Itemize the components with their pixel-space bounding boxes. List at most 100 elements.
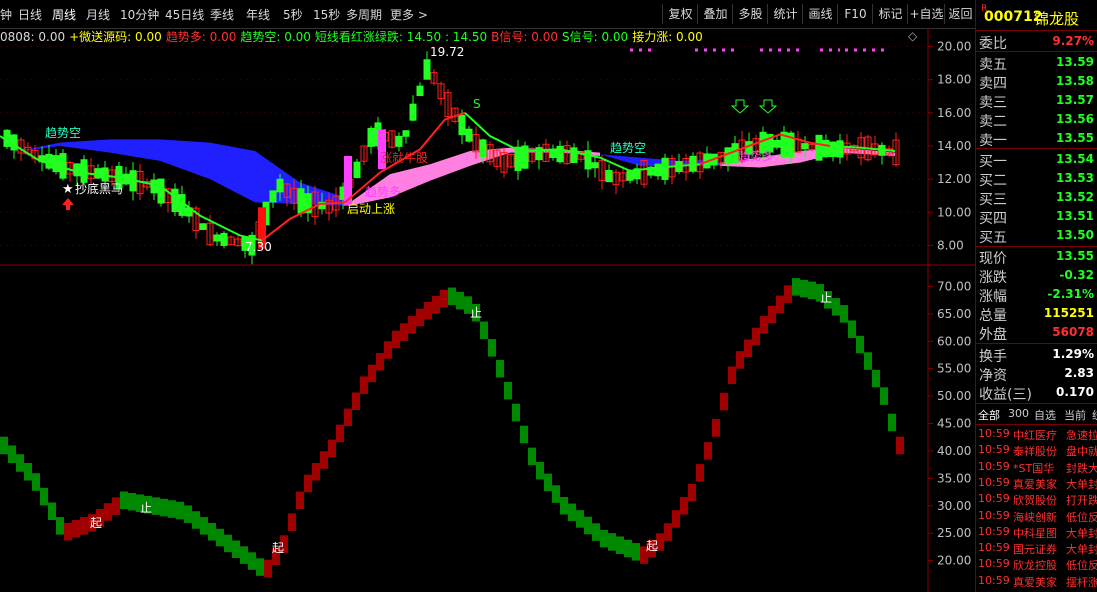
- period-tab-11[interactable]: 更多 >: [390, 6, 428, 23]
- period-tab-7[interactable]: 年线: [246, 6, 270, 23]
- osc-block: [752, 327, 760, 346]
- bid-label: 买二: [979, 173, 1007, 189]
- chart-annotation: 19.72: [430, 45, 464, 59]
- tool-button-5[interactable]: F10: [837, 4, 873, 24]
- ask-label: 卖五: [979, 57, 1007, 73]
- ticker-item[interactable]: 10:59 *ST国华 封跌大: [976, 460, 1097, 477]
- candle-body: [724, 147, 732, 165]
- candle-body: [80, 159, 88, 183]
- candle-body: [570, 147, 578, 164]
- candle-body: [171, 188, 179, 213]
- period-tab-0[interactable]: 钟: [0, 6, 12, 23]
- bid-row: 买二 13.53: [976, 169, 1097, 189]
- osc-block: [288, 513, 296, 531]
- bid-label: 买一: [979, 154, 1007, 170]
- ticker-time: 10:59: [978, 492, 1010, 506]
- period-tab-1[interactable]: 日线: [18, 6, 42, 23]
- osc-tick-label: 40.00: [937, 444, 971, 458]
- osc-block: [888, 413, 896, 432]
- osc-marker: 止: [140, 501, 152, 515]
- osc-block: [352, 392, 360, 410]
- ticker-item[interactable]: 10:59 国元证券 大单封: [976, 541, 1097, 558]
- period-tab-6[interactable]: 季线: [210, 6, 234, 23]
- osc-block: [688, 483, 696, 502]
- quote-panel: R 000712 锦龙股 委比 9.27% 卖五 13.59 卖四 13.58 卖三 13…: [975, 0, 1097, 592]
- osc-block: [112, 497, 120, 515]
- tool-button-2[interactable]: 多股: [732, 4, 768, 24]
- ticker-tab-4[interactable]: 统: [1092, 407, 1097, 423]
- ticker-event: 封跌大: [1066, 461, 1097, 475]
- tool-button-6[interactable]: 标记: [872, 4, 908, 24]
- period-tab-8[interactable]: 5秒: [283, 6, 303, 23]
- period-tab-3[interactable]: 月线: [86, 6, 110, 23]
- osc-block: [664, 523, 672, 541]
- stat-row: 收益(三) 0.170: [976, 383, 1097, 403]
- osc-block: [448, 287, 456, 306]
- ticker-item[interactable]: 10:59 中科星图 大单封: [976, 525, 1097, 542]
- sell-arrow-icon: [758, 99, 778, 114]
- ticker-tab-3[interactable]: 当前: [1064, 407, 1086, 423]
- price-tick-label: 18.00: [937, 73, 971, 87]
- osc-block: [872, 369, 880, 388]
- bid-row: 买四 13.51: [976, 207, 1097, 227]
- candle-body: [829, 141, 837, 158]
- bid-value: 13.52: [1056, 190, 1094, 204]
- ticker-item[interactable]: 10:59 欣龙控股 低位反: [976, 557, 1097, 574]
- osc-block: [192, 511, 200, 529]
- candle-body: [661, 157, 669, 180]
- osc-block: [312, 462, 320, 481]
- ask-value: 13.59: [1056, 55, 1094, 69]
- osc-block: [424, 302, 432, 320]
- chart-annotation: 趋势空: [610, 141, 646, 155]
- bid-row: 买三 13.52: [976, 188, 1097, 208]
- ticker-item[interactable]: 10:59 泰祥股份 盘中就: [976, 443, 1097, 460]
- period-tab-4[interactable]: 10分钟: [120, 6, 159, 23]
- tool-button-0[interactable]: 复权: [662, 4, 698, 24]
- chart-area[interactable]: 20.00 18.00 16.00 14.00 12.00 10.00 8.00 70.00 6…: [0, 28, 975, 592]
- osc-block: [0, 436, 8, 455]
- candle-body: [591, 162, 599, 169]
- tool-button-4[interactable]: 画线: [802, 4, 838, 24]
- osc-block: [848, 320, 856, 338]
- chart-annotation: 趋势空: [45, 126, 81, 140]
- period-tab-5[interactable]: 45日线: [165, 6, 204, 23]
- candle-body: [220, 232, 228, 246]
- tool-button-7[interactable]: +自选: [907, 4, 945, 24]
- osc-block: [40, 487, 48, 506]
- osc-block: [72, 520, 80, 538]
- candle-body: [815, 134, 823, 161]
- tool-button-3[interactable]: 统计: [767, 4, 803, 24]
- price-tick-label: 14.00: [937, 139, 971, 153]
- ticker-tab-1[interactable]: 300: [1008, 407, 1029, 420]
- period-tab-10[interactable]: 多周期: [346, 6, 382, 23]
- osc-block: [832, 298, 840, 316]
- stat-value: 1.29%: [1052, 347, 1094, 361]
- ticker-item[interactable]: 10:59 中红医疗 急速拉: [976, 427, 1097, 444]
- ticker-item[interactable]: 10:59 真爱美家 大单封: [976, 476, 1097, 493]
- osc-block: [128, 492, 136, 511]
- osc-block: [600, 529, 608, 548]
- sell-arrow-icon: [730, 99, 750, 114]
- quote-row: 外盘 56078: [976, 323, 1097, 343]
- osc-block: [736, 351, 744, 369]
- ticker-item[interactable]: 10:59 真爱美家 摆杆涨: [976, 574, 1097, 591]
- candle-body: [836, 140, 844, 158]
- quote-value: 56078: [1052, 325, 1094, 339]
- period-tab-2[interactable]: 周线: [52, 6, 76, 23]
- period-tab-9[interactable]: 15秒: [313, 6, 340, 23]
- candle-body: [521, 145, 529, 169]
- osc-block: [808, 281, 816, 300]
- ticker-tab-0[interactable]: 全部: [978, 407, 1000, 423]
- ticker-tab-2[interactable]: 自选: [1034, 407, 1056, 423]
- ticker-name: 欣贺股份: [1013, 494, 1057, 508]
- price-tick-label: 20.00: [937, 40, 971, 54]
- ticker-item[interactable]: 10:59 海峡创新 低位反: [976, 509, 1097, 526]
- osc-block: [344, 408, 352, 427]
- bid-row: 买一 13.54: [976, 150, 1097, 170]
- chart-annotation: 启动上涨: [347, 201, 395, 216]
- bid-label: 买三: [979, 192, 1007, 208]
- osc-block: [400, 323, 408, 341]
- ticker-item[interactable]: 10:59 欣贺股份 打开跌: [976, 492, 1097, 509]
- tool-button-8[interactable]: 返回: [944, 4, 976, 24]
- tool-button-1[interactable]: 叠加: [697, 4, 733, 24]
